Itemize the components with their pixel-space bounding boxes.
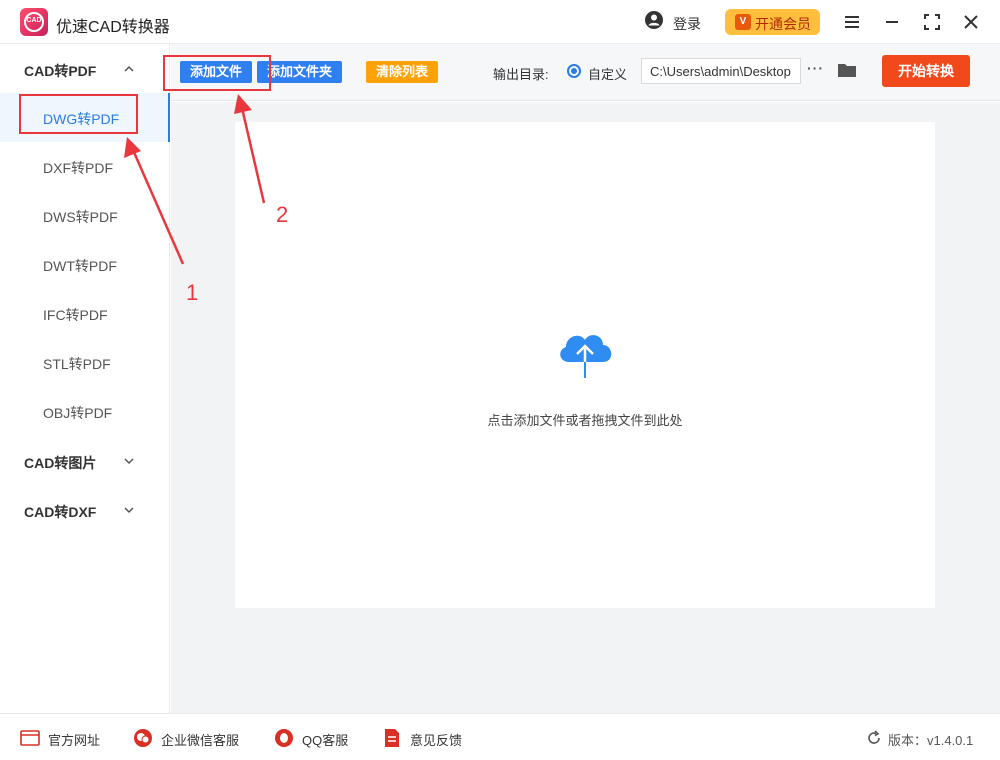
output-dir-label: 输出目录: [493, 67, 549, 82]
website-icon [20, 730, 40, 746]
output-path-field[interactable]: C:\Users\admin\Desktop [641, 58, 801, 84]
vip-label: 开通会员 [755, 16, 811, 32]
custom-radio-label[interactable]: 自定义 [588, 64, 627, 83]
sidebar-group-cad-to-dxf[interactable]: CAD转DXF [0, 485, 170, 534]
sidebar-group-cad-to-image[interactable]: CAD转图片 [0, 436, 170, 485]
title-bar: CAD 优速CAD转换器 登录 V 开通会员 [0, 0, 1000, 44]
chevron-down-icon [124, 458, 134, 465]
sidebar-item-obj-to-pdf[interactable]: OBJ转PDF [0, 387, 170, 436]
sidebar-item-label: DXF转PDF [43, 160, 113, 176]
sidebar: CAD转PDF DWG转PDF DXF转PDF DWS转PDF DWT转PDF … [0, 44, 170, 713]
vip-button[interactable]: V 开通会员 [725, 9, 820, 35]
sidebar-item-ifc-to-pdf[interactable]: IFC转PDF [0, 289, 170, 338]
sidebar-item-dws-to-pdf[interactable]: DWS转PDF [0, 191, 170, 240]
more-icon[interactable]: ··· [807, 60, 825, 80]
sidebar-item-dxf-to-pdf[interactable]: DXF转PDF [0, 142, 170, 191]
file-drop-zone[interactable]: 点击添加文件或者拖拽文件到此处 [235, 122, 935, 608]
close-icon[interactable] [959, 10, 983, 34]
sidebar-group-label: CAD转图片 [24, 455, 97, 471]
minimize-icon[interactable] [880, 10, 904, 34]
login-link[interactable]: 登录 [673, 14, 701, 34]
add-file-button[interactable]: 添加文件 [180, 61, 252, 83]
sidebar-item-dwg-to-pdf[interactable]: DWG转PDF [0, 93, 170, 142]
chevron-down-icon [124, 507, 134, 514]
clear-list-button[interactable]: 清除列表 [366, 61, 438, 83]
sidebar-item-label: DWT转PDF [43, 258, 117, 274]
app-logo-text: CAD [26, 17, 42, 24]
qq-icon [275, 729, 293, 747]
wechat-icon [134, 729, 152, 747]
maximize-icon[interactable] [920, 10, 944, 34]
footer-qq-label: QQ客服 [302, 733, 349, 748]
sidebar-item-label: IFC转PDF [43, 307, 108, 323]
sidebar-item-stl-to-pdf[interactable]: STL转PDF [0, 338, 170, 387]
footer-website-label: 官方网址 [48, 733, 101, 748]
add-folder-button[interactable]: 添加文件夹 [257, 61, 342, 83]
custom-radio[interactable] [567, 64, 581, 78]
toolbar: 添加文件 添加文件夹 清除列表 输出目录: 自定义 C:\Users\admin… [171, 44, 1000, 101]
sidebar-item-label: DWG转PDF [43, 111, 120, 127]
sidebar-item-label: STL转PDF [43, 356, 111, 372]
sidebar-group-label: CAD转PDF [24, 63, 97, 79]
menu-icon[interactable] [840, 10, 864, 34]
sidebar-group-cad-to-pdf[interactable]: CAD转PDF [0, 44, 170, 93]
footer-wechat-label: 企业微信客服 [161, 733, 240, 748]
sidebar-group-label: CAD转DXF [24, 504, 97, 520]
annotation-number-1: 1 [186, 280, 199, 305]
version-label: 版本：v1.4.0.1 [888, 733, 974, 748]
footer-feedback-label: 意见反馈 [410, 733, 463, 748]
refresh-icon[interactable] [866, 730, 882, 746]
sidebar-item-label: OBJ转PDF [43, 405, 113, 421]
sidebar-item-label: DWS转PDF [43, 209, 118, 225]
main-area: 点击添加文件或者拖拽文件到此处 [171, 102, 1000, 713]
drop-hint: 点击添加文件或者拖拽文件到此处 [487, 413, 683, 428]
app-title: 优速CAD转换器 [56, 19, 170, 36]
sidebar-item-dwt-to-pdf[interactable]: DWT转PDF [0, 240, 170, 289]
app-logo: CAD [20, 8, 48, 36]
footer: 官方网址 企业微信客服 QQ客服 意见反馈 版本：v1.4.0.1 [0, 713, 1000, 760]
folder-icon[interactable] [837, 61, 857, 79]
user-icon[interactable] [644, 10, 664, 30]
start-convert-button[interactable]: 开始转换 [882, 55, 970, 87]
chevron-up-icon [124, 65, 134, 72]
vip-icon: V [735, 14, 751, 30]
feedback-icon [385, 729, 399, 747]
cloud-upload-icon [560, 335, 612, 378]
annotation-number-2: 2 [276, 202, 289, 227]
